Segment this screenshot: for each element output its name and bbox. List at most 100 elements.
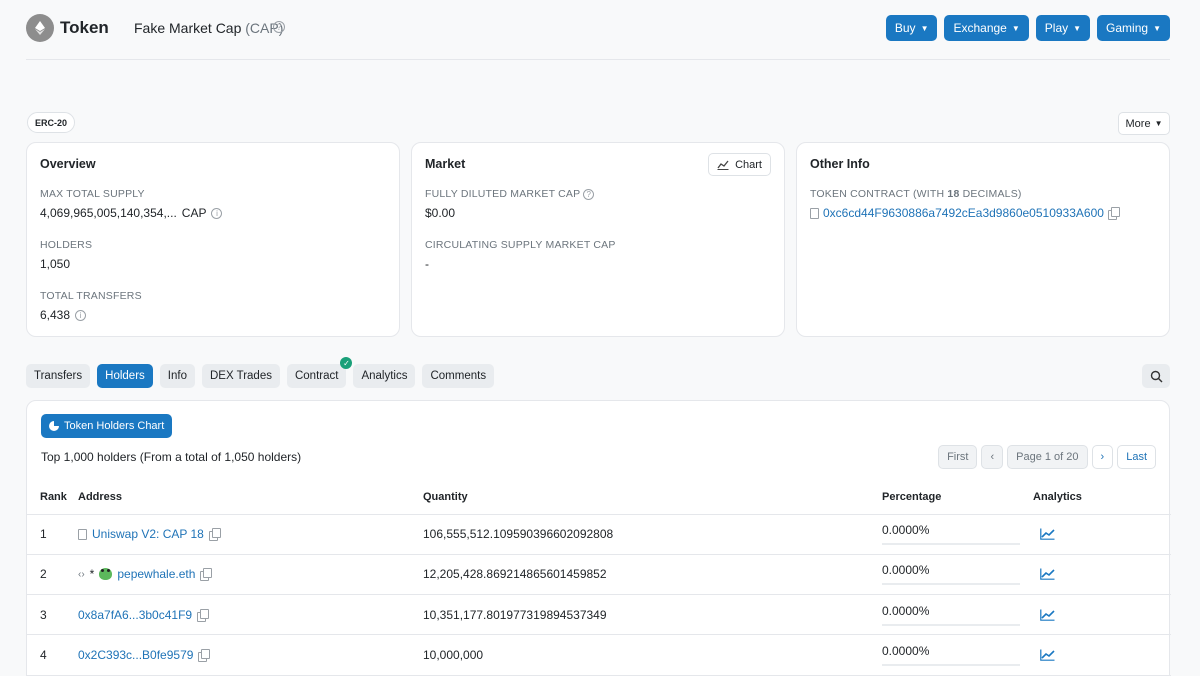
star-icon: * [89,567,95,582]
analytics-cell [1033,634,1171,676]
percentage-value: 0.0000% [882,523,930,538]
address-cell: 0x2C393c...B0fe9579 [78,634,423,676]
tab-dex-trades[interactable]: DEX Trades [201,364,280,388]
gaming-label: Gaming [1106,21,1149,35]
chevron-down-icon: ▼ [1153,23,1161,33]
percentage-cell: 0.0000% [882,634,1033,676]
col-percentage: Percentage [882,481,1033,515]
page-header: Token Fake Market Cap (CAP) ? Buy ▼ Excha… [26,0,1170,60]
chart-button[interactable]: Chart [708,153,771,176]
chart-label: Chart [735,158,762,171]
last-page-button[interactable]: Last [1117,445,1156,469]
more-label: More [1125,117,1151,130]
first-page-button[interactable]: First [938,445,978,469]
holders-value: 1,050 [40,257,386,271]
percentage-value: 0.0000% [882,603,930,618]
tab-analytics[interactable]: Analytics [353,364,416,388]
chevron-down-icon: ▼ [1154,119,1163,128]
percentage-cell: 0.0000% [882,554,1033,596]
table-header-row: Rank Address Quantity Percentage Analyti… [27,481,1171,515]
tab-info[interactable]: Info [159,364,195,388]
col-address: Address [78,481,423,515]
exchange-button[interactable]: Exchange ▼ [944,15,1029,41]
chevron-down-icon: ▼ [1011,23,1020,33]
contract-label-suffix: DECIMALS) [959,188,1022,200]
trend-chart-icon[interactable] [1040,528,1055,540]
token-name-text: Fake Market Cap [134,20,242,36]
overview-card: Overview MAX TOTAL SUPPLY 4,069,965,005,… [26,142,400,337]
copy-icon[interactable] [200,568,213,582]
max-supply-unit: CAP [181,206,207,220]
holders-panel: Token Holders Chart Top 1,000 holders (F… [26,400,1171,676]
page-indicator: Page 1 of 20 [1007,445,1088,469]
exchange-label: Exchange [953,21,1007,35]
address-link[interactable]: Uniswap V2: CAP 18 [92,527,204,541]
holders-label: HOLDERS [40,239,93,251]
table-row: 2 ‹› * pepewhale.eth 12,205,428.8692148656… [27,554,1171,596]
info-icon[interactable]: i [75,309,87,321]
more-button[interactable]: More ▼ [1118,112,1170,135]
chevron-down-icon: ▼ [920,23,929,33]
prev-page-button[interactable]: ‹ [981,445,1004,469]
rank-cell: 3 [27,594,78,636]
other-info-card: Other Info TOKEN CONTRACT (WITH 18 DECIM… [796,142,1170,337]
address-link[interactable]: 0x8a7fA6...3b0c41F9 [78,608,192,622]
help-icon[interactable]: ? [273,21,285,33]
file-icon [810,207,819,219]
copy-icon[interactable] [208,528,221,542]
play-label: Play [1044,21,1069,35]
fdmc-label: FULLY DILUTED MARKET CAP ? [425,188,771,200]
ethereum-icon [35,21,45,35]
percentage-value: 0.0000% [882,644,930,659]
address-link[interactable]: pepewhale.eth [117,567,195,581]
token-tabs: Transfers Holders Info DEX Trades Contra… [26,357,495,388]
quantity-cell: 12,205,428.869214865601459852 [423,554,882,596]
tab-comments[interactable]: Comments [422,364,495,388]
tab-contract[interactable]: Contract ✓ [286,357,353,388]
transfers-label: TOTAL TRANSFERS [40,290,142,302]
percentage-bar [882,664,1020,667]
search-icon [1150,370,1162,382]
percentage-cell: 0.0000% [882,514,1033,555]
buy-button[interactable]: Buy ▼ [885,15,938,41]
pagination: First ‹ Page 1 of 20 › Last [938,445,1156,469]
token-holders-chart-button[interactable]: Token Holders Chart [41,414,173,438]
tab-holders[interactable]: Holders [97,364,153,388]
contract-line: 0xc6cd44F9630886a7492cEa3d9860e0510933A6… [810,206,1156,220]
analytics-cell [1033,514,1171,555]
analytics-cell [1033,554,1171,596]
rank-cell: 4 [27,634,78,676]
transfers-count: 6,438 [40,308,71,322]
contract-label: TOKEN CONTRACT (WITH 18 DECIMALS) [810,188,1156,200]
transfers-value: 6,438 i [40,308,386,322]
trend-chart-icon[interactable] [1040,649,1055,661]
copy-icon[interactable] [198,649,211,663]
buy-label: Buy [894,21,916,35]
line-chart-icon [717,160,729,170]
rank-cell: 2 [27,554,78,596]
table-row: 3 0x8a7fA6...3b0c41F9 10,351,177.8019773… [27,594,1171,636]
quantity-cell: 10,000,000 [423,634,882,676]
play-button[interactable]: Play ▼ [1035,15,1091,41]
address-cell: 0x8a7fA6...3b0c41F9 [78,594,423,636]
pie-chart-icon [49,421,59,431]
percentage-value: 0.0000% [882,563,930,578]
help-icon[interactable]: ? [583,189,595,200]
overview-title: Overview [40,157,96,171]
rank-cell: 1 [27,514,78,555]
contract-address-link[interactable]: 0xc6cd44F9630886a7492cEa3d9860e0510933A6… [823,206,1104,220]
next-page-button[interactable]: › [1091,445,1114,469]
copy-icon[interactable] [197,608,210,622]
page-title: Token [60,18,109,37]
token-holders-chart-label: Token Holders Chart [64,420,165,432]
trend-chart-icon[interactable] [1040,609,1055,621]
col-rank: Rank [27,481,78,515]
copy-icon[interactable] [1107,207,1120,220]
search-button[interactable] [1142,364,1170,388]
address-link[interactable]: 0x2C393c...B0fe9579 [78,648,193,662]
tab-transfers[interactable]: Transfers [26,364,91,388]
info-icon[interactable]: i [211,207,223,219]
gaming-button[interactable]: Gaming ▼ [1097,15,1170,41]
trend-chart-icon[interactable] [1040,568,1055,581]
header-buttons: Buy ▼ Exchange ▼ Play ▼ Gaming ▼ [885,15,1170,41]
